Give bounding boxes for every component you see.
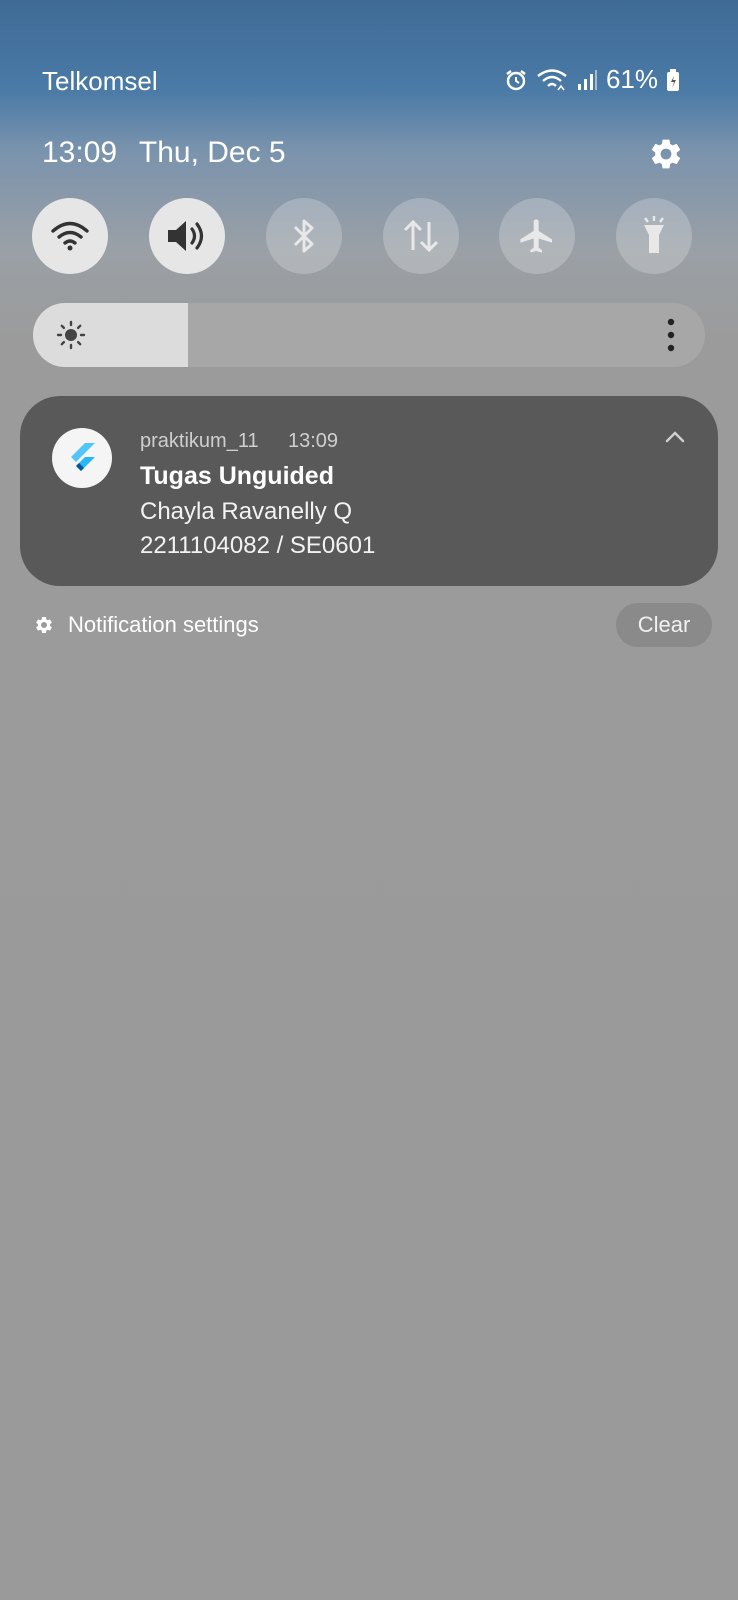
sun-icon [55, 319, 87, 351]
flashlight-toggle[interactable] [616, 198, 692, 274]
notification-card[interactable]: praktikum_11 13:09 Tugas Unguided Chayla… [20, 396, 718, 586]
quick-settings-toggles [32, 198, 706, 278]
alarm-icon [504, 68, 528, 92]
clock: 13:09 [42, 136, 118, 169]
wifi-icon [51, 221, 89, 251]
mobile-data-toggle[interactable] [383, 198, 459, 274]
clear-button[interactable]: Clear [616, 603, 712, 647]
brightness-slider[interactable] [33, 303, 705, 367]
bluetooth-toggle[interactable] [266, 198, 342, 274]
chevron-up-icon[interactable] [662, 424, 688, 450]
status-icons: 61% [504, 64, 680, 95]
notification-time: 13:09 [288, 430, 339, 452]
data-transfer-icon [403, 219, 439, 253]
notification-text-line2: 2211104082 / SE0601 [140, 532, 376, 559]
date-time-row: 13:09 Thu, Dec 5 [42, 136, 300, 170]
date: Thu, Dec 5 [138, 136, 286, 169]
wifi-icon [536, 68, 568, 92]
signal-icon [576, 69, 598, 91]
notification-settings-link[interactable]: Notification settings [34, 612, 259, 638]
status-bar: Telkomsel 61% [0, 0, 738, 120]
sound-toggle[interactable] [149, 198, 225, 274]
more-options-icon[interactable] [665, 317, 677, 353]
speaker-icon [168, 221, 204, 251]
carrier-name: Telkomsel [42, 66, 158, 96]
battery-percentage: 61% [605, 64, 658, 94]
airplane-mode-toggle[interactable] [499, 198, 575, 274]
gear-icon [36, 617, 52, 633]
flutter-app-icon [52, 428, 112, 488]
battery-icon [666, 68, 680, 92]
notification-settings-label: Notification settings [68, 612, 259, 637]
notification-app-name: praktikum_11 [140, 430, 259, 452]
bluetooth-icon [293, 219, 314, 253]
flashlight-icon [644, 216, 664, 253]
wifi-toggle[interactable] [32, 198, 108, 274]
notification-text-line1: Chayla Ravanelly Q [140, 498, 353, 525]
settings-gear-icon[interactable] [648, 136, 684, 172]
notification-title: Tugas Unguided [140, 462, 334, 490]
airplane-icon [520, 219, 552, 253]
